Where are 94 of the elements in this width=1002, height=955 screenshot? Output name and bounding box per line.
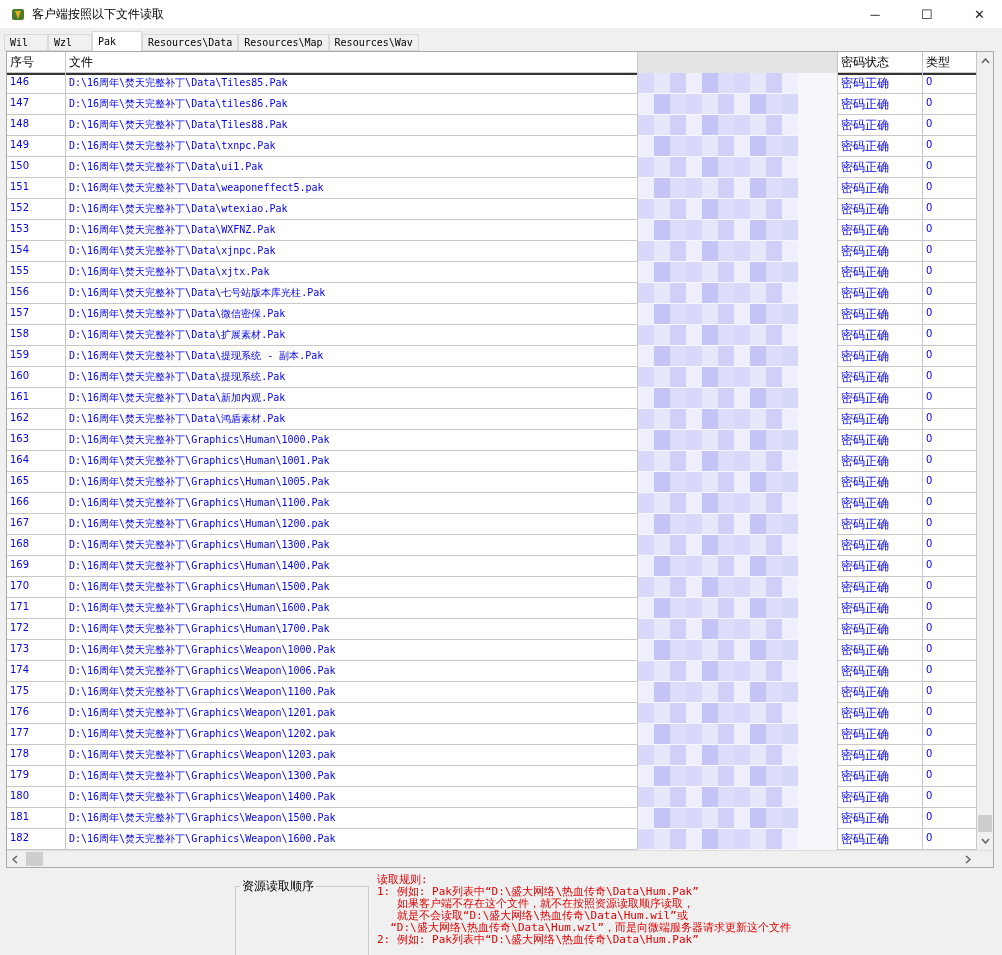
table-cell: 169 — [7, 556, 66, 578]
table-cell: 156 — [7, 283, 66, 305]
table-cell: 155 — [7, 262, 66, 284]
table-cell: 密码正确 — [838, 451, 923, 473]
tab[interactable]: Pak — [92, 31, 142, 51]
table-cell: 密码正确 — [838, 178, 923, 200]
table-cell: 密码正确 — [838, 388, 923, 410]
table-cell: 171 — [7, 598, 66, 620]
table-cell: 密码正确 — [838, 262, 923, 284]
rule-text: 1: 例如: Pak列表中“D:\盛大网络\热血传奇\Data\Hum.Pak” — [377, 886, 700, 898]
table-cell: 密码正确 — [838, 598, 923, 620]
table-cell: 密码正确 — [838, 724, 923, 746]
table-cell: 密码正确 — [838, 787, 923, 809]
table-cell: 密码正确 — [838, 619, 923, 641]
column-header[interactable]: 序号 — [7, 52, 66, 75]
scrollbar-thumb[interactable] — [978, 815, 992, 832]
tab[interactable]: Wzl — [48, 34, 92, 51]
table-cell: 密码正确 — [838, 640, 923, 662]
table-cell: 密码正确 — [838, 136, 923, 158]
table-cell: 密码正确 — [838, 304, 923, 326]
table-cell: 密码正确 — [838, 472, 923, 494]
table-cell: 179 — [7, 766, 66, 788]
table-cell: 164 — [7, 451, 66, 473]
tab[interactable]: Wil — [4, 34, 48, 51]
table-cell: 密码正确 — [838, 514, 923, 536]
table-cell: 149 — [7, 136, 66, 158]
table-cell: 168 — [7, 535, 66, 557]
table-cell: 157 — [7, 304, 66, 326]
tab[interactable]: Resources\Map — [238, 34, 329, 51]
scrollbar-thumb[interactable] — [26, 852, 43, 866]
table-cell: 180 — [7, 787, 66, 809]
rule-text: 读取规则: — [377, 874, 429, 886]
table-cell: 162 — [7, 409, 66, 431]
rule-text: 如果客户端不存在这个文件，就不在按照资源读取顺序读取， — [395, 898, 695, 910]
vertical-scrollbar[interactable] — [977, 52, 993, 850]
table-cell: 152 — [7, 199, 66, 221]
table-cell: 密码正确 — [838, 682, 923, 704]
table-cell: 密码正确 — [838, 346, 923, 368]
table-cell: 166 — [7, 493, 66, 515]
tab[interactable]: Resources\Wav — [328, 34, 419, 51]
horizontal-scrollbar[interactable] — [7, 850, 993, 867]
table-cell: 密码正确 — [838, 703, 923, 725]
table-cell: 165 — [7, 472, 66, 494]
table-cell: 177 — [7, 724, 66, 746]
table-cell: 174 — [7, 661, 66, 683]
table-cell: 密码正确 — [838, 577, 923, 599]
table-cell: 密码正确 — [838, 283, 923, 305]
table-cell: 密码正确 — [838, 220, 923, 242]
table-cell: 176 — [7, 703, 66, 725]
table-cell: 148 — [7, 115, 66, 137]
table-cell: 密码正确 — [838, 115, 923, 137]
table-cell: 175 — [7, 682, 66, 704]
table-cell: 163 — [7, 430, 66, 452]
table-cell: 172 — [7, 619, 66, 641]
table-cell: 密码正确 — [838, 409, 923, 431]
rule-text: 2: 例如: Pak列表中“D:\盛大网络\热血传奇\Data\Hum.Pak” — [377, 934, 699, 946]
table-cell: 167 — [7, 514, 66, 536]
table-cell: 181 — [7, 808, 66, 830]
window-title: 客户端按照以下文件读取 — [32, 5, 165, 23]
table-cell: 178 — [7, 745, 66, 767]
table-cell: 150 — [7, 157, 66, 179]
table-cell: 密码正确 — [838, 199, 923, 221]
table-cell: 158 — [7, 325, 66, 347]
table-cell: 密码正确 — [838, 430, 923, 452]
table-cell: 147 — [7, 94, 66, 116]
group-title: 资源读取顺序 — [240, 878, 316, 895]
table-cell: 密码正确 — [838, 157, 923, 179]
table-cell: 密码正确 — [838, 661, 923, 683]
table-cell: 密码正确 — [838, 556, 923, 578]
table-cell: 170 — [7, 577, 66, 599]
table-cell: 151 — [7, 178, 66, 200]
app-icon — [10, 6, 26, 22]
tab[interactable]: Resources\Data — [142, 34, 239, 51]
table-cell: 密码正确 — [838, 745, 923, 767]
table-cell: 密码正确 — [838, 325, 923, 347]
table-cell: 159 — [7, 346, 66, 368]
table-cell: 146 — [7, 73, 66, 95]
column-header[interactable]: 文件 — [66, 52, 638, 75]
table-cell: 密码正确 — [838, 241, 923, 263]
table-cell: 密码正确 — [838, 766, 923, 788]
rule-text: “D:\盛大网络\热血传奇\Data\Hum.wzl”，而是向微端服务器请求更新这个文件 — [389, 922, 792, 934]
table-cell: 密码正确 — [838, 535, 923, 557]
table-cell: 密码正确 — [838, 808, 923, 830]
table-cell: 153 — [7, 220, 66, 242]
table-cell: 161 — [7, 388, 66, 410]
table-cell: 160 — [7, 367, 66, 389]
table-cell: 密码正确 — [838, 73, 923, 95]
table-cell: 密码正确 — [838, 94, 923, 116]
table-cell: 154 — [7, 241, 66, 263]
table-cell: 173 — [7, 640, 66, 662]
column-header[interactable]: 密码状态 — [838, 52, 923, 75]
table-cell: 密码正确 — [838, 367, 923, 389]
table-cell: 密码正确 — [838, 493, 923, 515]
rule-text: 就是不会读取“D:\盛大网络\热血传奇\Data\Hum.wil”或 — [395, 910, 689, 922]
